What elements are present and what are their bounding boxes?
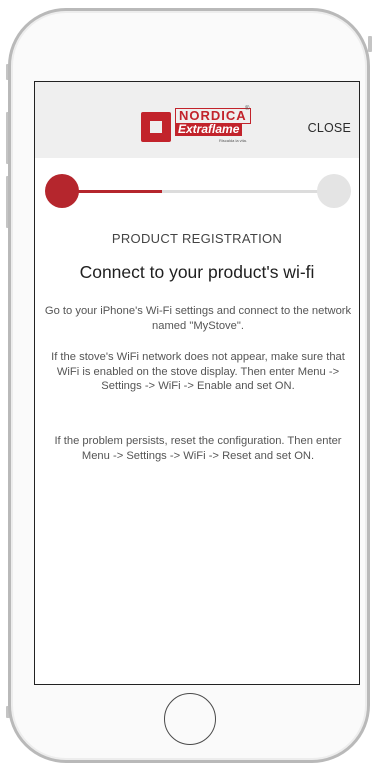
app-mockup: NORDICA Extraflame Riscalda la vita. ® C…: [0, 0, 378, 771]
progress-step-1-dot: [45, 174, 79, 208]
instruction-paragraph-2: If the stove's WiFi network does not app…: [51, 351, 345, 392]
page-title: Connect to your product's wi-fi: [79, 262, 315, 282]
instruction-paragraph-3: If the problem persists, reset the confi…: [54, 435, 342, 462]
logo-extraflame-text: Extraflame: [175, 123, 243, 136]
logo-mark-icon: [141, 112, 171, 142]
step-progress: [43, 174, 353, 210]
logo-tagline: Riscalda la vita.: [219, 138, 248, 143]
phone-screen: NORDICA Extraflame Riscalda la vita. ® C…: [34, 81, 360, 685]
app-header: NORDICA Extraflame Riscalda la vita. ® C…: [35, 82, 359, 158]
progress-step-2-dot: [317, 174, 351, 208]
power-button: [368, 36, 372, 52]
instruction-paragraph-1: Go to your iPhone's Wi-Fi settings and c…: [44, 305, 352, 332]
close-button[interactable]: CLOSE: [308, 121, 351, 135]
logo-registered-mark: ®: [245, 106, 250, 112]
home-button[interactable]: [164, 693, 216, 745]
brand-logo: NORDICA Extraflame Riscalda la vita. ®: [141, 106, 253, 150]
step-title: PRODUCT REGISTRATION: [111, 231, 283, 246]
